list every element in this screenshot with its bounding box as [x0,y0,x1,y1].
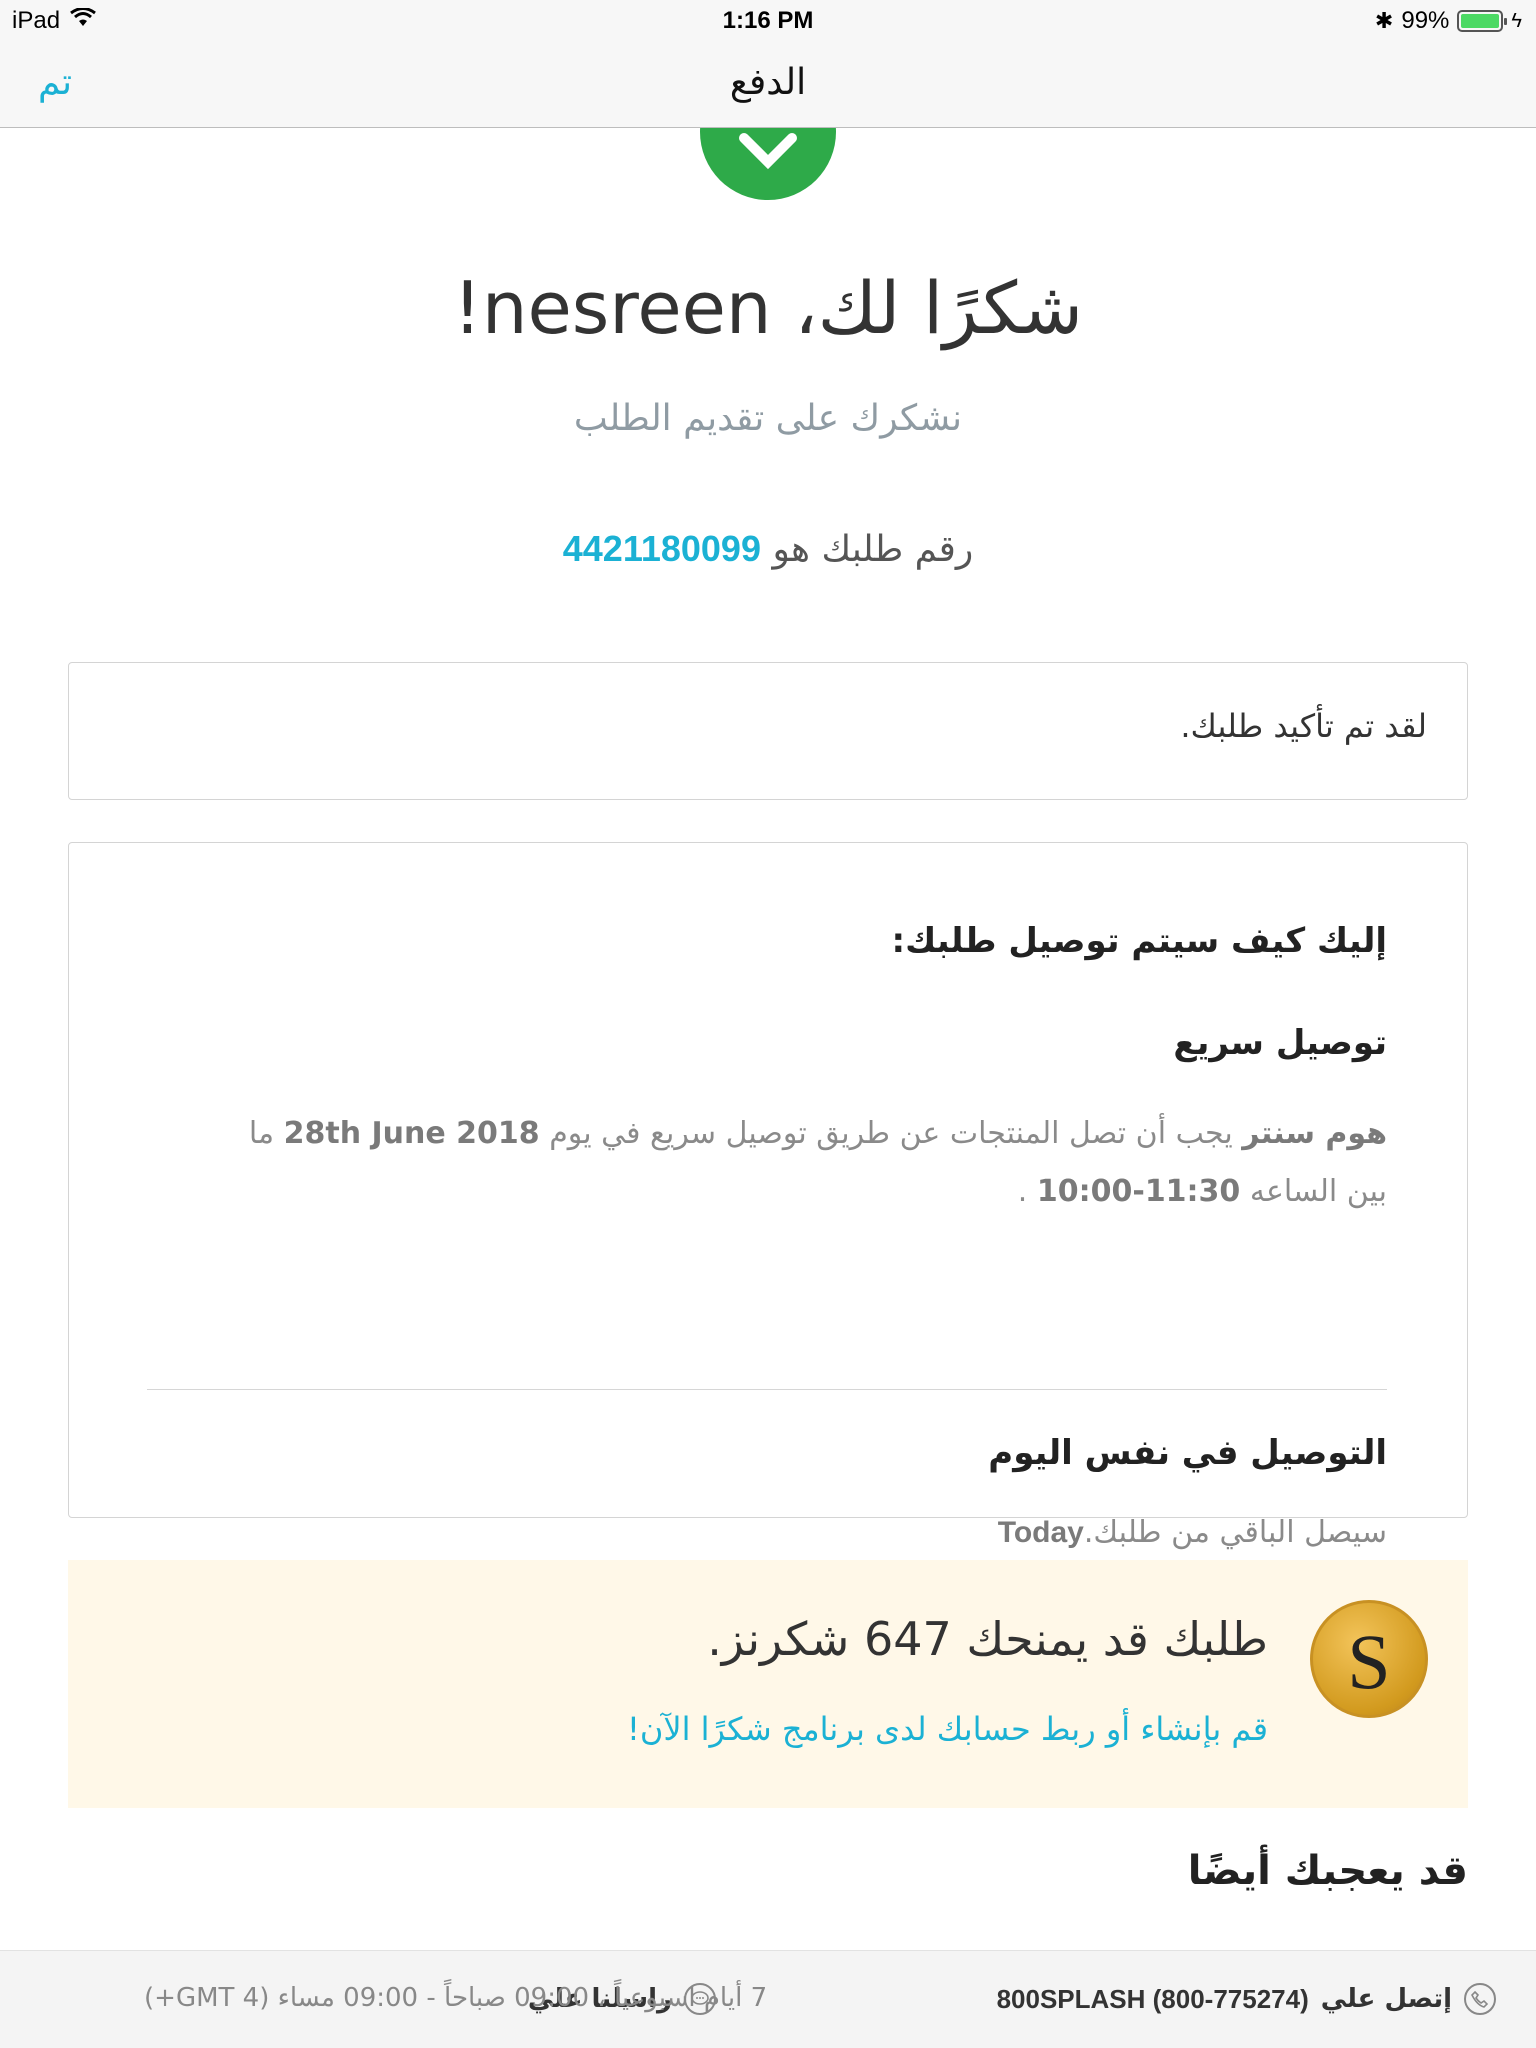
same-day-text: سيصل الباقي من طلبك. [1083,1515,1387,1550]
delivery-date: 28th June 2018 [283,1116,540,1151]
rewards-link[interactable]: قم بإنشاء أو ربط حسابك لدى برنامج شكرًا … [627,1710,1268,1748]
status-time: 1:16 PM [722,7,814,34]
checkout-confirmation: شكرًا لك، nesreen! نشكرك على تقديم الطلب… [0,128,1536,1950]
store-name: هوم سنتر [1242,1116,1387,1151]
phone-icon [1464,1983,1496,2015]
call-label: إتصل علي [1320,1984,1452,2014]
order-number: 4421180099 [562,528,761,569]
charging-icon: ϟ [1511,9,1522,32]
rewards-banner: S طلبك قد يمنحك 647 شكرنز. قم بإنشاء أو … [68,1560,1468,1808]
rewards-title: طلبك قد يمنحك 647 شكرنز. [707,1612,1268,1666]
express-text-end: . [1017,1174,1028,1209]
thanks-title: شكرًا لك، nesreen! [452,266,1083,350]
delivery-time-slot: 11:30-10:00 [1036,1174,1241,1209]
battery-icon [1457,10,1508,32]
divider [147,1389,1387,1390]
express-delivery-text: هوم سنتر يجب أن تصل المنتجات عن طريق توص… [217,1105,1387,1221]
order-number-line: رقم طلبك هو 4421180099 [0,528,1536,570]
bluetooth-icon: ✱ [1374,8,1394,33]
order-number-label: رقم طلبك هو [772,529,974,570]
success-check-icon [700,128,836,200]
same-day-delivery-title: التوصيل في نفس اليوم [988,1433,1387,1473]
same-day-delivery-text: سيصل الباقي من طلبك.Today [998,1515,1387,1550]
status-bar: iPad 1:16 PM ✱ 99% ϟ [0,0,1536,42]
page-title: الدفع [729,62,807,103]
call-number[interactable]: 800SPLASH (800-775274) [997,1984,1309,2015]
thanks-subtitle: نشكرك على تقديم الطلب [573,398,963,439]
same-day-when: Today [997,1516,1084,1549]
battery-percent: 99% [1401,7,1450,34]
contact-footer: إتصل علي 800SPLASH (800-775274) راسلنا ع… [0,1950,1536,2048]
delivery-info-box: إليك كيف سيتم توصيل طلبك: توصيل سريع هوم… [68,842,1468,1550]
shukran-coin-icon: S [1310,1600,1428,1718]
express-text-part1: يجب أن تصل المنتجات عن طريق توصيل سريع ف… [549,1116,1233,1151]
status-right: ✱ 99% ϟ [1375,7,1522,35]
also-like-heading: قد يعجبك أيضًا [1187,1848,1468,1894]
delivery-heading: إليك كيف سيتم توصيل طلبك: [891,921,1387,961]
confirmation-message: لقد تم تأكيد طلبك. [1180,707,1427,745]
navigation-bar: تم الدفع [0,42,1536,128]
call-us[interactable]: إتصل علي 800SPLASH (800-775274) [997,1983,1496,2015]
express-delivery-title: توصيل سريع [1173,1023,1387,1063]
working-hours: 7 أيام اسبوعياً ، 09:00 صباحاً - 09:00 م… [144,1983,768,2013]
confirmation-box: لقد تم تأكيد طلبك. [68,662,1468,800]
coin-letter: S [1347,1618,1391,1705]
